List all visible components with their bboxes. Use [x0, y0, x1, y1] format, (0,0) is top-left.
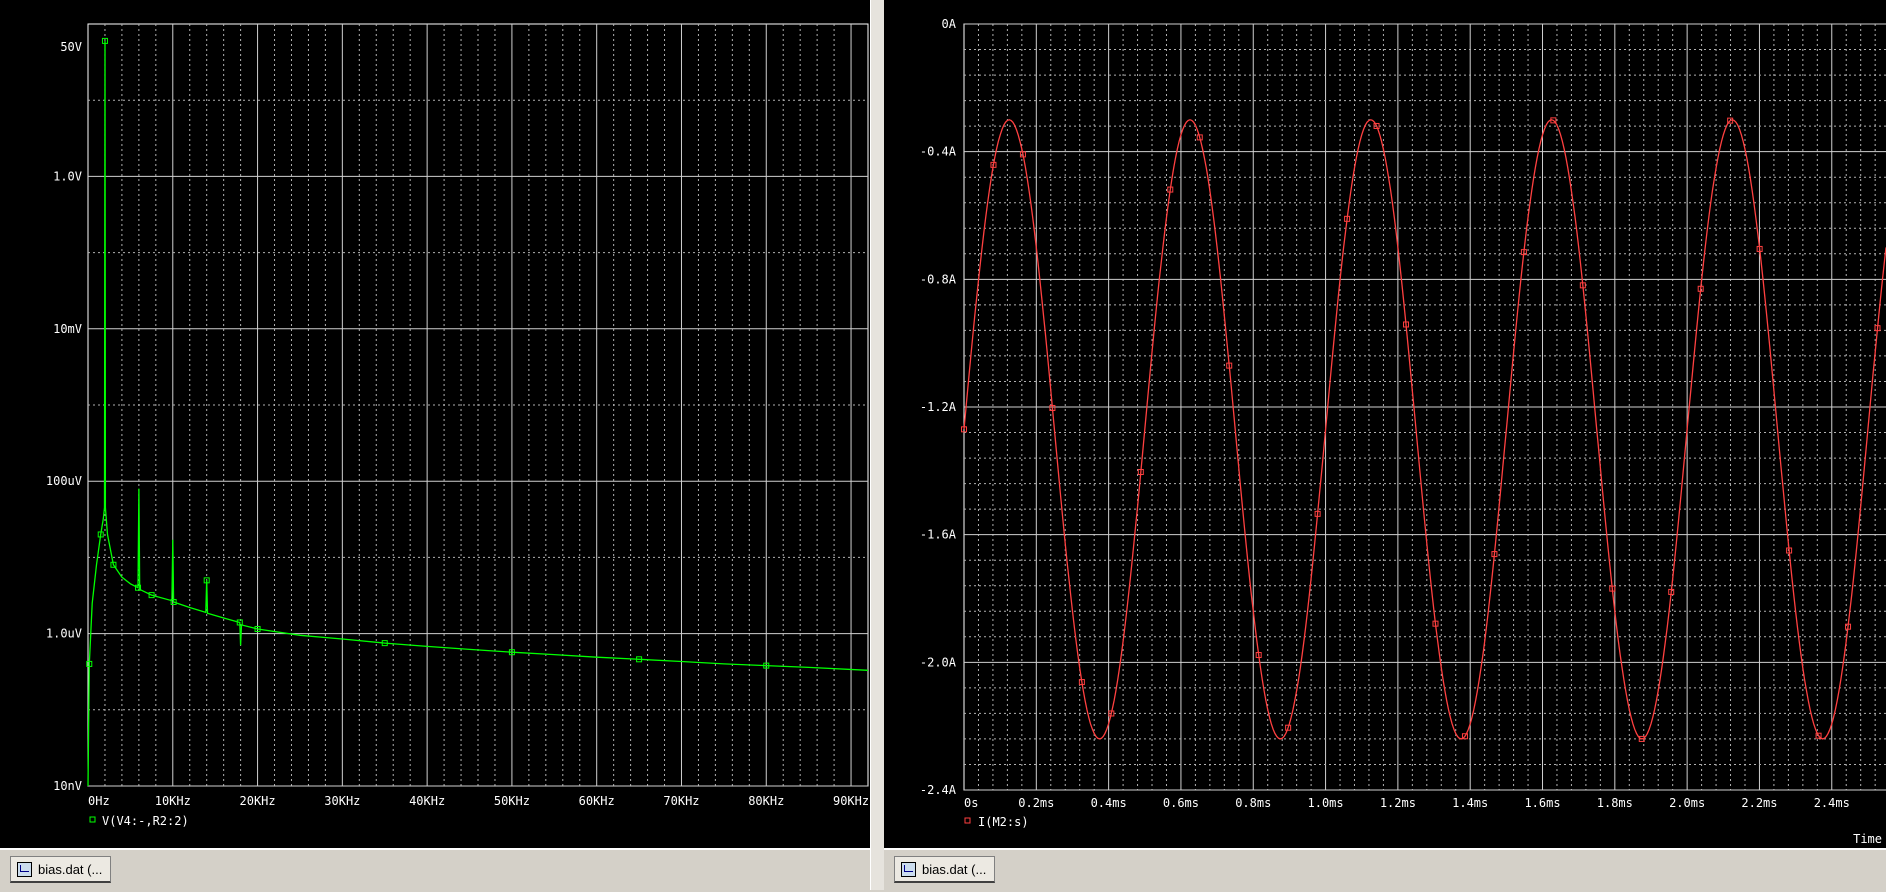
x-tick-label: 70KHz — [663, 794, 699, 808]
plot-window-left: 10nV 1.0uV 100uV 10mV 1.0V 50V 0Hz 10KHz 20KHz 30… — [0, 0, 870, 848]
series-line — [963, 119, 1886, 740]
plot-window-right: -2.4A -2.0A -1.6A -1.2A -0.8A -0.4A 0A 0s 0.2ms 0… — [884, 0, 1886, 848]
x-tick-label: 0.8ms — [1235, 796, 1271, 810]
y-tick-label: -0.4A — [920, 145, 957, 159]
x-tick-label: 0Hz — [88, 794, 110, 808]
legend-marker — [89, 816, 96, 823]
x-tick-label: 50KHz — [494, 794, 530, 808]
frequency-spectrum-chart: 10nV 1.0uV 100uV 10mV 1.0V 50V 0Hz 10KHz 20KHz 30… — [46, 23, 869, 828]
x-tick-label: 0.2ms — [1018, 796, 1054, 810]
x-tick-label: 60KHz — [579, 794, 615, 808]
x-tick-label: 20KHz — [240, 794, 276, 808]
x-tick-label: 40KHz — [409, 794, 445, 808]
x-tick-label: 90KHz — [833, 794, 869, 808]
x-tick-label: 1.0ms — [1308, 796, 1344, 810]
x-tick-label: 30KHz — [324, 794, 360, 808]
document-tab-label: bias.dat (... — [38, 861, 103, 877]
y-tick-label: 0A — [942, 17, 957, 31]
y-tick-label: 1.0uV — [46, 627, 82, 641]
x-tick-label: 10KHz — [155, 794, 191, 808]
y-tick-label: -1.6A — [920, 528, 957, 542]
plot-tab-bar-right: bias.dat (... — [884, 848, 1886, 892]
y-tick-label: -2.0A — [920, 655, 957, 669]
y-tick-label: 100uV — [46, 474, 82, 488]
y-tick-label: -0.8A — [920, 272, 957, 286]
x-tick-label: 0.4ms — [1091, 796, 1127, 810]
x-tick-label: 2.4ms — [1814, 796, 1850, 810]
waveform-document-icon — [901, 861, 916, 877]
y-tick-label: -2.4A — [920, 783, 957, 797]
x-tick-label: 0s — [964, 796, 978, 810]
x-tick-label: 0.6ms — [1163, 796, 1199, 810]
x-axis-title: Time — [1853, 832, 1882, 846]
x-tick-label: 1.6ms — [1524, 796, 1560, 810]
x-tick-label: 2.2ms — [1741, 796, 1777, 810]
y-tick-label: 50V — [60, 40, 82, 54]
x-tick-label: 1.8ms — [1597, 796, 1633, 810]
x-tick-label: 1.2ms — [1380, 796, 1416, 810]
x-tick-label: 80KHz — [748, 794, 784, 808]
document-tab-right[interactable]: bias.dat (... — [894, 856, 996, 883]
x-tick-label: 2.0ms — [1669, 796, 1705, 810]
waveform-document-icon — [17, 861, 32, 877]
y-tick-label: 1.0V — [53, 169, 82, 183]
legend-label: I(M2:s) — [978, 815, 1029, 829]
document-tab-left[interactable]: bias.dat (... — [10, 856, 112, 883]
transient-current-chart: -2.4A -2.0A -1.6A -1.2A -0.8A -0.4A 0A 0s 0.2ms 0… — [920, 17, 1886, 846]
y-tick-label: 10mV — [53, 322, 82, 336]
legend-marker — [964, 817, 971, 824]
legend-label: V(V4:-,R2:2) — [102, 814, 189, 828]
document-tab-label: bias.dat (... — [922, 861, 987, 877]
plot-tab-bar-left: bias.dat (... — [0, 848, 870, 892]
x-tick-label: 1.4ms — [1452, 796, 1488, 810]
y-tick-label: 10nV — [53, 779, 82, 793]
y-tick-label: -1.2A — [920, 400, 957, 414]
